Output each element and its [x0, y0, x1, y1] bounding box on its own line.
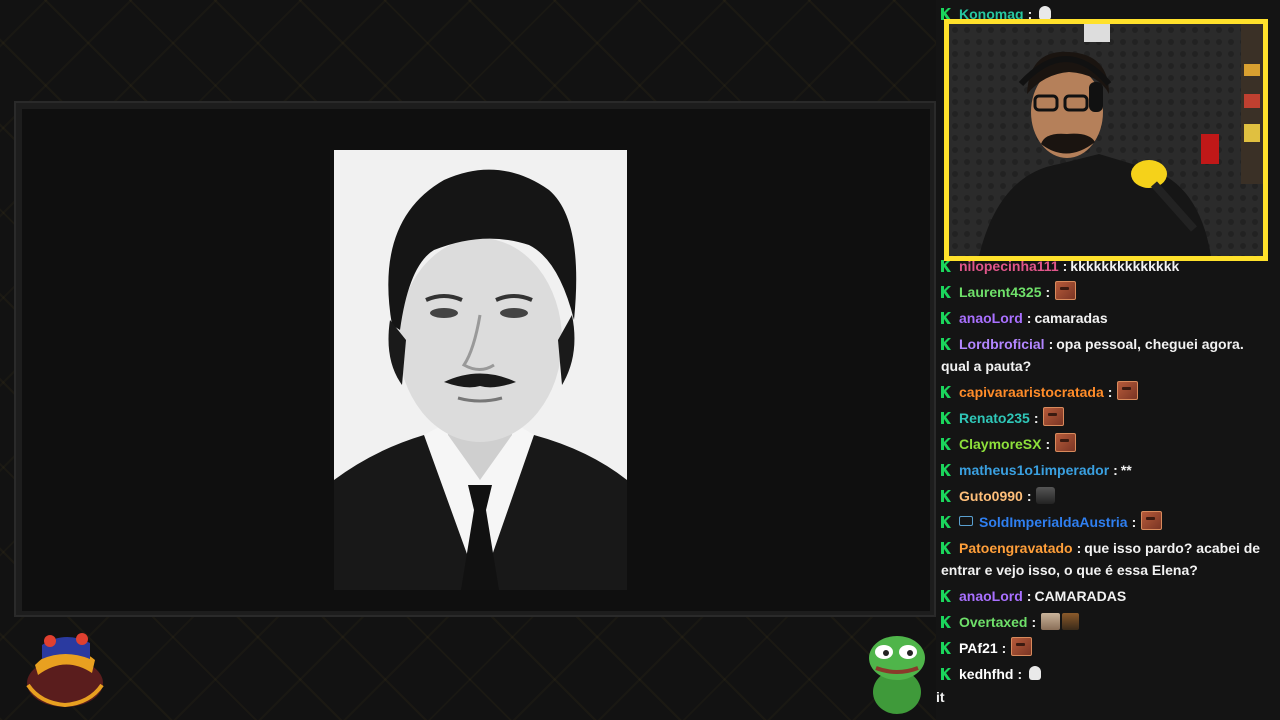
chat-username[interactable]: ClaymoreSX	[959, 436, 1041, 452]
chat-message: Overtaxed:	[941, 611, 1271, 633]
subscriber-badge-icon	[941, 616, 951, 628]
chat-message: kedhfhd:	[941, 663, 1271, 685]
chat-separator: :	[1045, 436, 1051, 452]
chat-separator: :	[1045, 284, 1051, 300]
chat-username[interactable]: Laurent4325	[959, 284, 1041, 300]
chat-username[interactable]: capivaraaristocratada	[959, 384, 1104, 400]
chat-separator: :	[1107, 384, 1113, 400]
chat-message: SoldImperialdaAustria:	[941, 511, 1271, 533]
chat-separator: :	[1131, 514, 1137, 530]
chat-message-text: camaradas	[1034, 310, 1108, 326]
subscriber-badge-icon	[941, 412, 951, 424]
face-emote-icon	[1117, 381, 1139, 400]
chat-username[interactable]: Patoengravatado	[959, 540, 1073, 556]
face-emote-icon	[1141, 511, 1163, 530]
chat-message-text-continued: qual a pauta?	[941, 358, 1032, 374]
chat-separator: :	[1001, 640, 1007, 656]
chat-separator: :	[1026, 588, 1032, 604]
chat-cutoff-text: it	[936, 689, 945, 705]
chat-separator: :	[1026, 310, 1032, 326]
chat-username[interactable]: kedhfhd	[959, 666, 1013, 682]
person-emote-icon	[1036, 487, 1056, 504]
chat-message-text-continued: entrar e vejo isso, o que é essa Elena?	[941, 562, 1198, 578]
chat-username[interactable]: SoldImperialdaAustria	[979, 514, 1128, 530]
chat-message-text: opa pessoal, cheguei agora.	[1056, 336, 1244, 352]
chat-username[interactable]: Overtaxed	[959, 614, 1027, 630]
subscriber-badge-icon	[941, 438, 951, 450]
face-emote-icon	[1011, 637, 1033, 656]
subscriber-badge-icon	[941, 668, 951, 680]
chat-message: anaoLord: camaradas	[941, 307, 1271, 329]
chat-username[interactable]: Renato235	[959, 410, 1030, 426]
subscriber-badge-icon	[941, 286, 951, 298]
chat-username[interactable]: Lordbroficial	[959, 336, 1045, 352]
chat-message: matheus1o1imperador: **	[941, 459, 1271, 481]
chat-message: Lordbroficial: opa pessoal, cheguei agora…	[941, 333, 1271, 377]
chat-separator: :	[1017, 666, 1023, 682]
mascot-emote-left	[20, 625, 110, 710]
subscriber-badge-icon	[941, 260, 951, 272]
chat-message-text: **	[1120, 462, 1132, 478]
subscriber-badge-icon	[941, 516, 951, 528]
chat-separator: :	[1031, 614, 1037, 630]
chat-username[interactable]: matheus1o1imperador	[959, 462, 1109, 478]
chat-message: Guto0990:	[941, 485, 1271, 507]
subscriber-badge-icon	[941, 386, 951, 398]
chat-message-text: CAMARADAS	[1034, 588, 1127, 604]
chat-username[interactable]: PAf21	[959, 640, 998, 656]
chat-separator: :	[1076, 540, 1082, 556]
chat-separator: :	[1113, 462, 1118, 478]
face-emote-icon	[1055, 433, 1077, 452]
chat-panel[interactable]: Konomaq: nilopecinha111: kkkkkkkkkkkkkk La…	[936, 0, 1280, 720]
chat-message: ClaymoreSX:	[941, 433, 1271, 455]
chat-message: Renato235:	[941, 407, 1271, 429]
chat-username[interactable]: anaoLord	[959, 310, 1023, 326]
chat-message: PAf21:	[941, 637, 1271, 659]
chat-message: Laurent4325:	[941, 281, 1271, 303]
subscriber-badge-icon	[941, 338, 951, 350]
subscriber-badge-icon	[941, 312, 951, 324]
chat-separator: :	[1048, 336, 1054, 352]
face-emote-icon	[1043, 407, 1065, 426]
webcam-overlay	[944, 19, 1268, 261]
chat-separator: :	[1026, 488, 1032, 504]
cup-emote-icon	[1062, 613, 1080, 630]
chat-message-text: que isso pardo? acabei de	[1084, 540, 1261, 556]
subscriber-badge-icon	[941, 542, 951, 554]
chat-message: anaoLord: CAMARADAS	[941, 585, 1271, 607]
pepe-frog-emote	[862, 630, 932, 715]
face-emote-icon	[1055, 281, 1077, 300]
badge-icon	[959, 516, 973, 526]
chat-username[interactable]: Guto0990	[959, 488, 1023, 504]
subscriber-badge-icon	[941, 464, 951, 476]
subscriber-badge-icon	[941, 490, 951, 502]
chat-username[interactable]: anaoLord	[959, 588, 1023, 604]
portrait-photo	[334, 150, 627, 590]
chat-message: Patoengravatado: que isso pardo? acabei d…	[941, 537, 1271, 581]
subscriber-badge-icon	[941, 590, 951, 602]
subscriber-badge-icon	[941, 642, 951, 654]
chat-message: capivaraaristocratada:	[941, 381, 1271, 403]
chat-separator: :	[1033, 410, 1039, 426]
cat-emote-icon	[1041, 613, 1061, 630]
ghost-emote-icon	[1027, 665, 1043, 682]
